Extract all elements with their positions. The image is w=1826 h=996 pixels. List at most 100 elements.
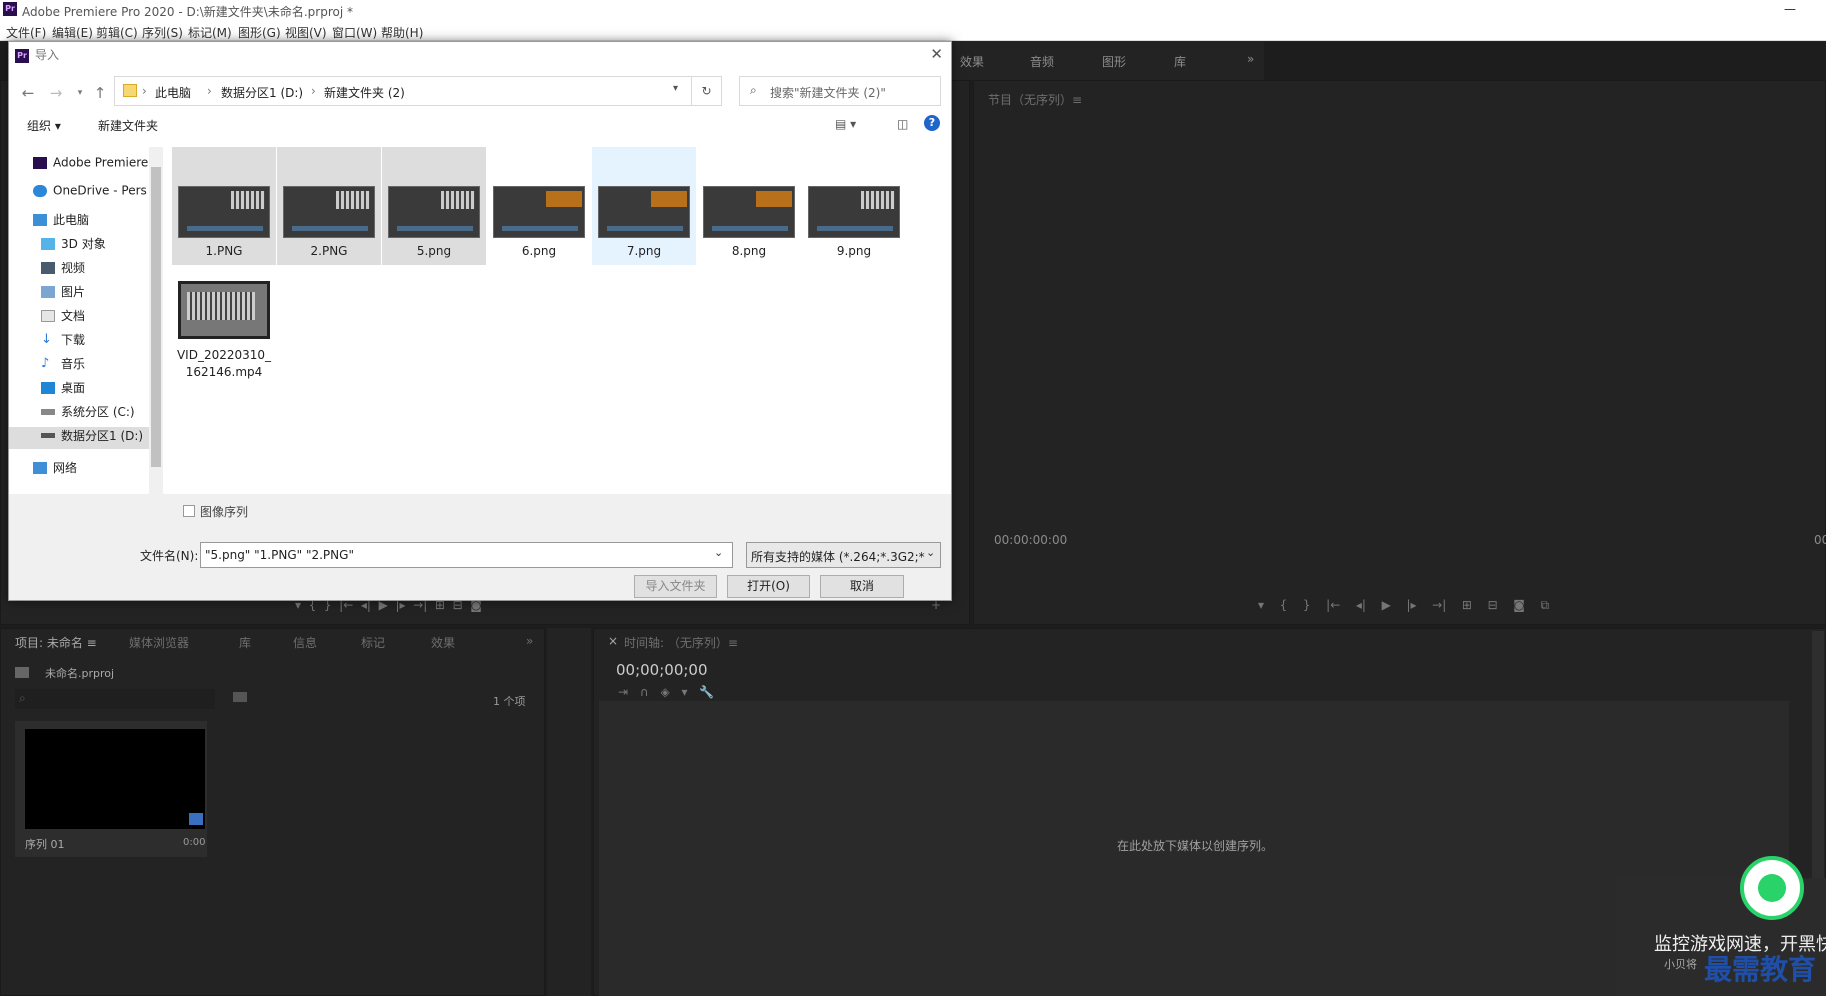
file-item[interactable]: 7.png bbox=[592, 147, 696, 265]
cube-icon bbox=[41, 237, 55, 250]
project-tabs-overflow-icon[interactable]: » bbox=[526, 634, 533, 648]
timeline-title[interactable]: 时间轴: （无序列）≡ bbox=[624, 634, 738, 651]
tab-markers[interactable]: 标记 bbox=[361, 634, 385, 651]
menu-view[interactable]: 视图(V) bbox=[285, 24, 327, 41]
scrollbar-thumb[interactable] bbox=[151, 167, 161, 467]
organize-button[interactable]: 组织 ▾ bbox=[27, 117, 61, 134]
import-folder-button[interactable]: 导入文件夹 bbox=[634, 575, 717, 598]
tab-project[interactable]: 项目: 未命名 ≡ bbox=[15, 634, 97, 651]
nav-label: 网络 bbox=[53, 461, 78, 475]
program-timecode[interactable]: 00:00:00:00 bbox=[994, 533, 1067, 547]
refresh-icon[interactable]: ↻ bbox=[692, 76, 722, 106]
recent-dropdown-icon[interactable]: ▾ bbox=[71, 84, 89, 102]
file-item[interactable]: 1.PNG bbox=[172, 147, 276, 265]
computer-icon bbox=[33, 213, 47, 226]
desktop-icon bbox=[41, 381, 55, 394]
breadcrumb-folder[interactable]: 新建文件夹 (2) bbox=[324, 84, 405, 101]
menu-help[interactable]: 帮助(H) bbox=[381, 24, 423, 41]
menu-clip[interactable]: 剪辑(C) bbox=[96, 24, 138, 41]
item-count: 1 个项 bbox=[493, 695, 526, 708]
tab-library[interactable]: 库 bbox=[239, 634, 251, 651]
tab-libraries[interactable]: 库 bbox=[1174, 53, 1186, 70]
minimize-icon[interactable]: — bbox=[1784, 2, 1796, 16]
notification-popup[interactable]: 监控游戏网速，开黑快 小贝将 最需教育 bbox=[1616, 856, 1826, 996]
menu-file[interactable]: 文件(F) bbox=[6, 24, 46, 41]
file-item[interactable]: 9.png bbox=[802, 147, 906, 265]
new-bin-icon[interactable] bbox=[233, 692, 247, 702]
breadcrumb-drive-d[interactable]: 数据分区1 (D:) bbox=[221, 84, 303, 101]
back-arrow-icon[interactable]: ← bbox=[19, 84, 37, 102]
tab-effects-bottom[interactable]: 效果 bbox=[431, 634, 455, 651]
tab-effects[interactable]: 效果 bbox=[960, 53, 984, 70]
nav-label: 3D 对象 bbox=[61, 237, 106, 251]
image-thumbnail bbox=[388, 186, 480, 238]
breadcrumb-this-pc[interactable]: 此电脑 bbox=[155, 84, 191, 101]
filetype-select[interactable]: 所有支持的媒体 (*.264;*.3G2;* bbox=[746, 542, 941, 568]
nav-label: 下载 bbox=[61, 333, 86, 347]
search-icon: ⌕ bbox=[750, 83, 757, 97]
menu-edit[interactable]: 编辑(E) bbox=[52, 24, 93, 41]
mascot-face bbox=[1758, 874, 1786, 902]
up-arrow-icon[interactable]: ↑ bbox=[91, 84, 109, 102]
search-icon: ⌕ bbox=[19, 691, 26, 705]
file-item[interactable]: 2.PNG bbox=[277, 147, 381, 265]
menu-graphics[interactable]: 图形(G) bbox=[238, 24, 281, 41]
file-item[interactable]: 6.png bbox=[487, 147, 591, 265]
drive-icon bbox=[41, 433, 55, 438]
filetype-value: 所有支持的媒体 (*.264;*.3G2;* bbox=[751, 550, 925, 564]
folder-icon bbox=[123, 84, 137, 97]
menu-sequence[interactable]: 序列(S) bbox=[142, 24, 183, 41]
program-monitor-title[interactable]: 节目（无序列）≡ bbox=[988, 91, 1082, 108]
program-transport-controls[interactable]: ▾ { } |← ◂| ▶ |▸ →| ⊞ ⊟ ◙ ⧉ bbox=[1258, 598, 1549, 613]
forward-arrow-icon[interactable]: → bbox=[47, 84, 65, 102]
sequence-duration: 0:00 bbox=[183, 837, 206, 848]
sequence-item[interactable]: 序列 01 0:00 bbox=[15, 721, 207, 857]
image-thumbnail bbox=[178, 186, 270, 238]
file-item[interactable]: 8.png bbox=[697, 147, 801, 265]
file-name: 8.png bbox=[731, 244, 767, 258]
filename-dropdown-icon[interactable]: ⌄ bbox=[714, 546, 723, 559]
tab-info[interactable]: 信息 bbox=[293, 634, 317, 651]
premiere-icon: Pr bbox=[15, 48, 29, 63]
preview-pane-icon[interactable]: ◫ bbox=[897, 117, 908, 131]
close-icon[interactable]: ✕ bbox=[930, 45, 943, 63]
window-title: Adobe Premiere Pro 2020 - D:\新建文件夹\未命名.p… bbox=[22, 5, 353, 19]
address-bar[interactable]: › 此电脑 › 数据分区1 (D:) › 新建文件夹 (2) ▾ bbox=[114, 76, 692, 106]
menu-markers[interactable]: 标记(M) bbox=[188, 24, 232, 41]
file-item[interactable]: 5.png bbox=[382, 147, 486, 265]
address-dropdown-icon[interactable]: ▾ bbox=[673, 83, 678, 94]
drive-icon bbox=[41, 408, 55, 415]
premiere-logo-icon: Pr bbox=[3, 2, 17, 16]
nav-label: 视频 bbox=[61, 261, 86, 275]
image-sequence-checkbox[interactable] bbox=[183, 505, 195, 517]
sequence-icon bbox=[189, 813, 203, 825]
nav-scrollbar[interactable] bbox=[149, 147, 163, 494]
timeline-track-area[interactable]: 在此处放下媒体以创建序列。 bbox=[599, 701, 1789, 996]
tab-media-browser[interactable]: 媒体浏览器 bbox=[129, 634, 189, 651]
cancel-button[interactable]: 取消 bbox=[820, 575, 904, 598]
timeline-toolbar[interactable]: ⇥ ∩ ◈ ▾ 🔧 bbox=[618, 685, 714, 699]
filename-input[interactable]: "5.png" "1.PNG" "2.PNG" bbox=[200, 542, 733, 568]
dialog-title: Pr 导入 bbox=[15, 46, 59, 64]
breadcrumb-separator-icon: › bbox=[207, 84, 212, 98]
nav-item-drive-d[interactable]: 数据分区1 (D:) bbox=[9, 427, 149, 449]
file-name: 6.png bbox=[521, 244, 557, 258]
project-search-input[interactable] bbox=[15, 689, 215, 709]
music-icon: ♪ bbox=[41, 355, 50, 371]
file-item[interactable]: VID_20220310_ 162146.mp4 bbox=[172, 277, 276, 405]
view-options-icon[interactable]: ▤ ▾ bbox=[835, 117, 856, 131]
timeline-timecode[interactable]: 00;00;00;00 bbox=[616, 661, 708, 679]
open-button[interactable]: 打开(O) bbox=[727, 575, 810, 598]
image-thumbnail bbox=[283, 186, 375, 238]
image-sequence-label: 图像序列 bbox=[200, 505, 249, 519]
menu-window[interactable]: 窗口(W) bbox=[332, 24, 377, 41]
new-folder-button[interactable]: 新建文件夹 bbox=[98, 117, 158, 134]
tab-audio[interactable]: 音频 bbox=[1030, 53, 1054, 70]
help-icon[interactable]: ? bbox=[924, 115, 940, 131]
timeline-close-icon[interactable]: × bbox=[608, 634, 618, 648]
search-input[interactable]: ⌕ 搜索"新建文件夹 (2)" bbox=[739, 76, 941, 106]
tab-graphics[interactable]: 图形 bbox=[1102, 53, 1126, 70]
filetype-dropdown-icon[interactable]: ⌄ bbox=[926, 546, 935, 559]
search-placeholder: 搜索"新建文件夹 (2)" bbox=[770, 86, 886, 100]
tabs-overflow-icon[interactable]: » bbox=[1247, 52, 1254, 66]
